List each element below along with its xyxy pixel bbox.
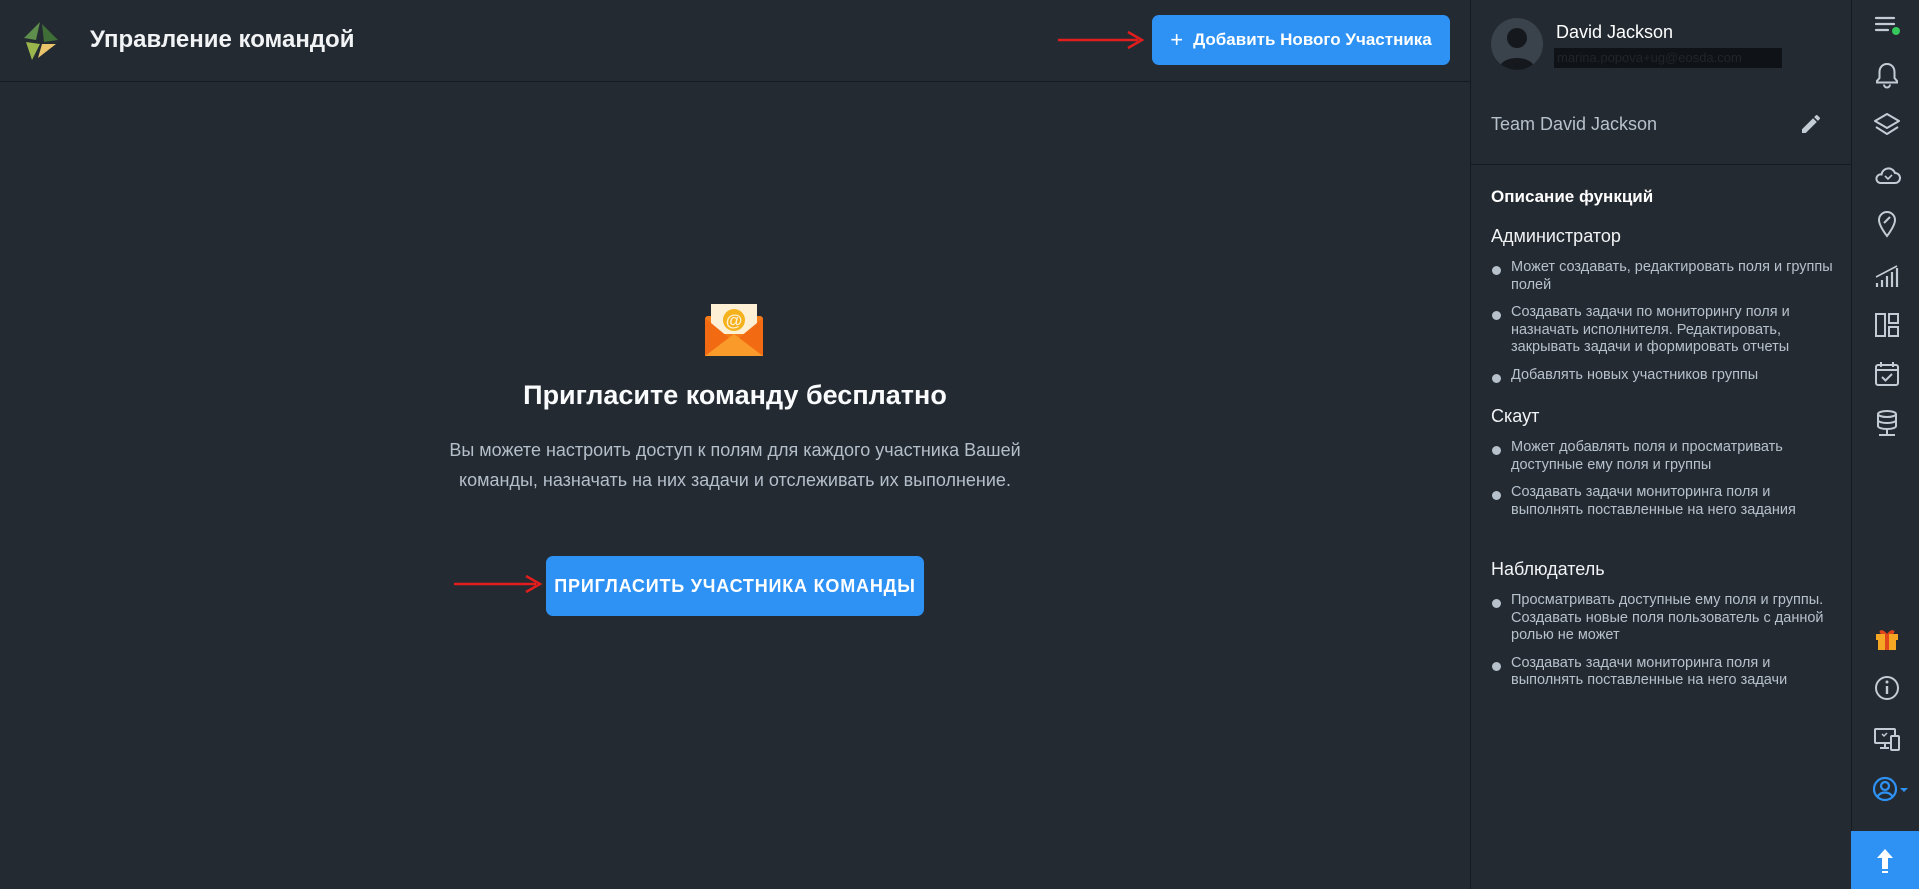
invite-title: Пригласите команду бесплатно — [523, 380, 947, 410]
main-content: @ Пригласите команду бесплатно Вы можете… — [0, 83, 1470, 889]
upload-button[interactable] — [1851, 831, 1919, 889]
gift-icon[interactable] — [1872, 623, 1902, 653]
role-title: Скаут — [1491, 406, 1540, 426]
invite-team-member-button[interactable]: ПРИГЛАСИТЬ УЧАСТНИКА КОМАНДЫ — [546, 556, 924, 616]
role-title: Наблюдатель — [1491, 559, 1605, 579]
plus-icon: + — [1170, 27, 1184, 52]
add-new-member-button[interactable]: + Добавить Нового Участника — [1152, 15, 1450, 65]
invite-description: Вы можете настроить доступ к полям для к… — [449, 440, 1021, 490]
cloud-icon[interactable] — [1872, 160, 1902, 190]
location-icon[interactable] — [1872, 209, 1902, 239]
role-item: Добавлять новых участников группы — [1491, 367, 1841, 385]
user-silhouette-icon — [1499, 28, 1535, 70]
role-administrator: Администратор Может создавать, редактиро… — [1491, 226, 1841, 394]
bell-icon[interactable] — [1872, 60, 1902, 90]
devices-icon[interactable] — [1872, 724, 1902, 754]
role-item: Создавать задачи мониторинга поля и выпо… — [1491, 484, 1841, 519]
svg-text:@: @ — [726, 311, 743, 330]
role-item: Может добавлять поля и просматривать дос… — [1491, 439, 1841, 474]
info-icon[interactable] — [1872, 673, 1902, 703]
role-item: Может создавать, редактировать поля и гр… — [1491, 259, 1841, 294]
annotation-arrow — [1058, 30, 1145, 50]
role-observer: Наблюдатель Просматривать доступные ему … — [1491, 559, 1841, 700]
role-item: Создавать задачи по мониторингу поля и н… — [1491, 304, 1841, 357]
functions-title: Описание функций — [1491, 187, 1654, 206]
team-panel: David Jackson marina.popova+ug@eosda.com… — [1470, 0, 1851, 889]
upload-icon — [1877, 849, 1893, 873]
page-title: Управление командой — [90, 26, 355, 53]
envelope-at-icon: @ — [705, 304, 763, 356]
logo-icon[interactable] — [18, 20, 62, 62]
role-title: Администратор — [1491, 226, 1621, 246]
annotation-arrow — [454, 574, 543, 594]
divider — [1471, 164, 1851, 165]
avatar[interactable] — [1491, 18, 1543, 70]
user-email: marina.popova+ug@eosda.com — [1554, 48, 1782, 68]
pencil-icon[interactable] — [1799, 112, 1823, 136]
role-item: Создавать задачи мониторинга поля и выпо… — [1491, 655, 1841, 690]
chart-icon[interactable] — [1872, 261, 1902, 291]
role-scout: Скаут Может добавлять поля и просматрива… — [1491, 406, 1841, 529]
add-new-member-label: Добавить Нового Участника — [1193, 30, 1432, 49]
icon-rail — [1851, 0, 1919, 889]
account-icon[interactable] — [1872, 774, 1910, 804]
layout-icon[interactable] — [1872, 310, 1902, 340]
database-icon[interactable] — [1872, 408, 1902, 438]
role-item: Просматривать доступные ему поля и групп… — [1491, 592, 1841, 645]
layers-icon[interactable] — [1872, 110, 1902, 140]
team-name: Team David Jackson — [1491, 114, 1658, 134]
calendar-check-icon[interactable] — [1872, 359, 1902, 389]
menu-icon[interactable] — [1872, 10, 1902, 40]
user-name: David Jackson — [1556, 22, 1674, 42]
header: Управление командой + Добавить Нового Уч… — [0, 0, 1470, 82]
